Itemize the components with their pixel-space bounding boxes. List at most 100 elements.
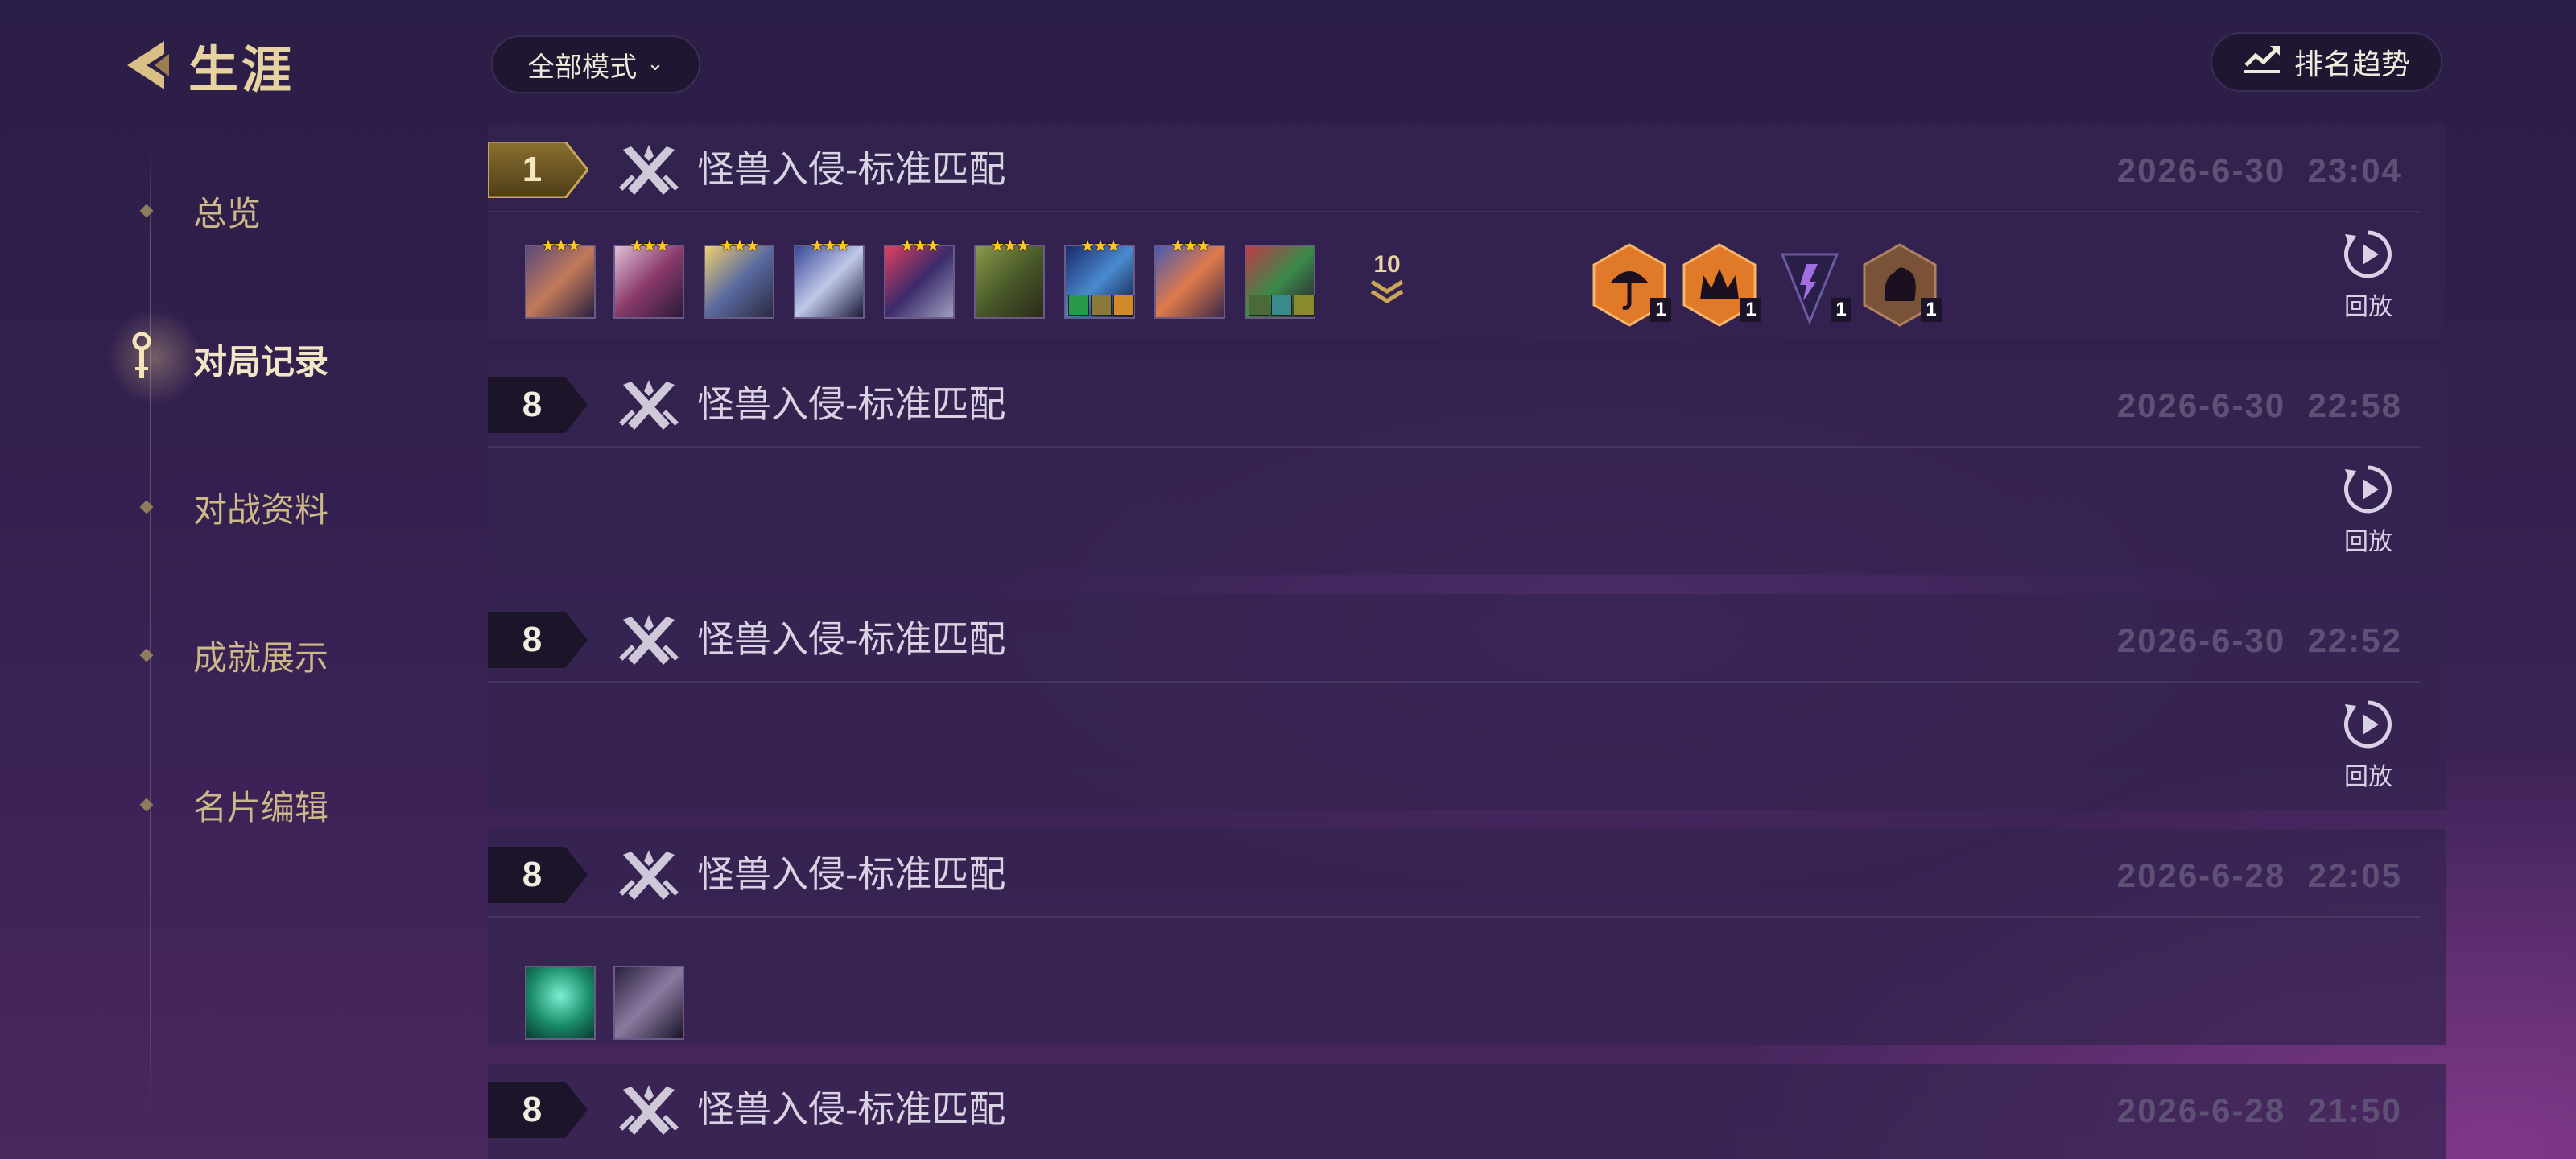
match-header: 8 怪兽入侵-标准匹配 2026-6-30 22:52 (488, 594, 2446, 681)
rank-number: 8 (522, 620, 543, 659)
nav-rail (150, 145, 151, 1111)
item-slots (1249, 295, 1315, 316)
replay-button[interactable]: 回放 (2336, 463, 2401, 557)
star-rating-icon: ★★★ (720, 237, 760, 255)
sidebar-item-label: 成就展示 (193, 638, 329, 677)
item-icon (1091, 295, 1112, 316)
crossed-swords-icon (617, 850, 681, 905)
star-rating-icon: ★★★ (810, 237, 850, 255)
active-glow (106, 309, 203, 406)
sidebar-item-card-edit[interactable]: 名片编辑 (139, 781, 329, 829)
chevron-down-icon: ⌄ (646, 50, 664, 75)
unit-portrait[interactable]: ★★★ (794, 238, 865, 319)
back-button[interactable]: 生涯 (119, 29, 295, 101)
replay-icon (2343, 230, 2392, 278)
match-time: 22:58 (2307, 386, 2402, 424)
mode-filter-label: 全部模式 (527, 52, 638, 83)
trait-count: 1 (1921, 298, 1942, 322)
unit-portrait[interactable] (525, 966, 596, 1040)
match-date: 2026-6-28 (2116, 1091, 2286, 1129)
trait-badge[interactable]: 1 (1591, 243, 1671, 327)
active-key-icon (132, 332, 151, 391)
match-timestamp: 2026-6-28 21:50 (2117, 1087, 2402, 1135)
trait-count: 1 (1650, 298, 1671, 322)
match-header: 8 怪兽入侵-标准匹配 2026-6-28 21:50 (488, 1064, 2446, 1151)
rank-trend-button[interactable]: 排名趋势 (2211, 32, 2442, 92)
sidebar-item-overview[interactable]: 总览 (139, 187, 262, 235)
star-rating-icon: ★★★ (900, 237, 940, 255)
rank-badge: 8 (488, 847, 588, 903)
rank-number: 8 (522, 385, 543, 424)
trait-badge[interactable]: 1 (1771, 243, 1852, 327)
replay-icon (2343, 700, 2392, 749)
rank-number: 8 (522, 855, 543, 894)
sidebar-item-label: 对局记录 (193, 342, 329, 381)
sidebar-item-label: 总览 (193, 194, 262, 233)
crossed-swords-icon (617, 615, 681, 670)
unit-portrait[interactable]: ★★★ (974, 238, 1045, 319)
match-timestamp: 2026-6-30 22:58 (2117, 382, 2402, 430)
trait-count: 1 (1740, 298, 1761, 322)
match-date: 2026-6-30 (2116, 621, 2286, 659)
more-units-toggle[interactable]: 10 (1359, 251, 1415, 310)
match-time: 21:50 (2307, 1091, 2402, 1129)
replay-label: 回放 (2344, 764, 2392, 790)
sidebar-item-achievements[interactable]: 成就展示 (139, 631, 329, 679)
replay-button[interactable]: 回放 (2336, 698, 2401, 792)
match-time: 22:05 (2307, 856, 2402, 894)
replay-button[interactable]: 回放 (2336, 228, 2401, 322)
trend-chart-icon (2243, 43, 2281, 82)
unit-portrait[interactable]: ★★★ (704, 238, 774, 319)
star-rating-icon: ★★★ (1170, 237, 1211, 255)
star-rating-icon: ★★★ (1080, 237, 1121, 255)
unit-portrait[interactable]: ★★★ (1064, 238, 1135, 319)
sidebar-item-match-history[interactable]: 对局记录 (106, 309, 329, 406)
match-date: 2026-6-30 (2116, 151, 2286, 189)
unit-portrait[interactable]: ★★★ (613, 238, 684, 319)
item-slots (1068, 295, 1134, 316)
match-timestamp: 2026-6-28 22:05 (2117, 852, 2402, 900)
back-arrow-icon (119, 36, 177, 94)
mode-name: 怪兽入侵-标准匹配 (697, 1088, 1006, 1130)
unit-portrait[interactable] (1245, 245, 1315, 319)
match-date: 2026-6-28 (2116, 856, 2286, 894)
match-card[interactable]: 8 怪兽入侵-标准匹配 2026-6-30 22:58 回放 (488, 359, 2446, 575)
unit-portrait[interactable] (613, 966, 684, 1040)
mode-filter-dropdown[interactable]: 全部模式 ⌄ (491, 35, 700, 93)
mode-name: 怪兽入侵-标准匹配 (697, 383, 1006, 425)
unit-portrait[interactable]: ★★★ (525, 238, 596, 319)
match-card[interactable]: 1 怪兽入侵-标准匹配 2026-6-30 23:04 ★★★ ★★★ ★★★ … (488, 124, 2446, 340)
match-card[interactable]: 8 怪兽入侵-标准匹配 2026-6-28 22:05 (488, 829, 2446, 1045)
match-card[interactable]: 8 怪兽入侵-标准匹配 2026-6-30 22:52 回放 (488, 594, 2446, 810)
replay-label: 回放 (2344, 529, 2392, 555)
crossed-swords-icon (617, 145, 681, 200)
rank-number: 8 (522, 1090, 543, 1129)
more-units-count: 10 (1373, 251, 1401, 278)
divider (488, 446, 2421, 448)
replay-icon (2343, 465, 2392, 514)
double-chevron-down-icon (1368, 279, 1406, 309)
divider (488, 681, 2421, 683)
trait-badge[interactable]: 1 (1861, 243, 1942, 327)
match-card[interactable]: 8 怪兽入侵-标准匹配 2026-6-28 21:50 (488, 1064, 2446, 1159)
item-icon (1068, 295, 1089, 316)
mode-name: 怪兽入侵-标准匹配 (697, 853, 1006, 895)
trait-badge[interactable]: 1 (1681, 243, 1761, 327)
mode-name: 怪兽入侵-标准匹配 (697, 148, 1006, 190)
match-header: 8 怪兽入侵-标准匹配 2026-6-28 22:05 (488, 829, 2446, 916)
sidebar-item-label: 名片编辑 (193, 788, 329, 827)
match-timestamp: 2026-6-30 22:52 (2117, 617, 2402, 665)
crossed-swords-icon (617, 1085, 681, 1140)
rank-trend-label: 排名趋势 (2293, 47, 2410, 80)
item-icon (1271, 295, 1292, 316)
item-icon (1249, 295, 1269, 316)
match-date: 2026-6-30 (2116, 386, 2286, 424)
divider (488, 916, 2421, 918)
sidebar-item-battle-data[interactable]: 对战资料 (139, 483, 328, 531)
match-timestamp: 2026-6-30 23:04 (2117, 146, 2402, 195)
replay-label: 回放 (2344, 294, 2392, 320)
unit-portrait[interactable]: ★★★ (1154, 238, 1225, 319)
mode-name: 怪兽入侵-标准匹配 (697, 618, 1006, 660)
unit-portrait[interactable]: ★★★ (884, 238, 955, 319)
rank-badge: 1 (488, 142, 588, 198)
